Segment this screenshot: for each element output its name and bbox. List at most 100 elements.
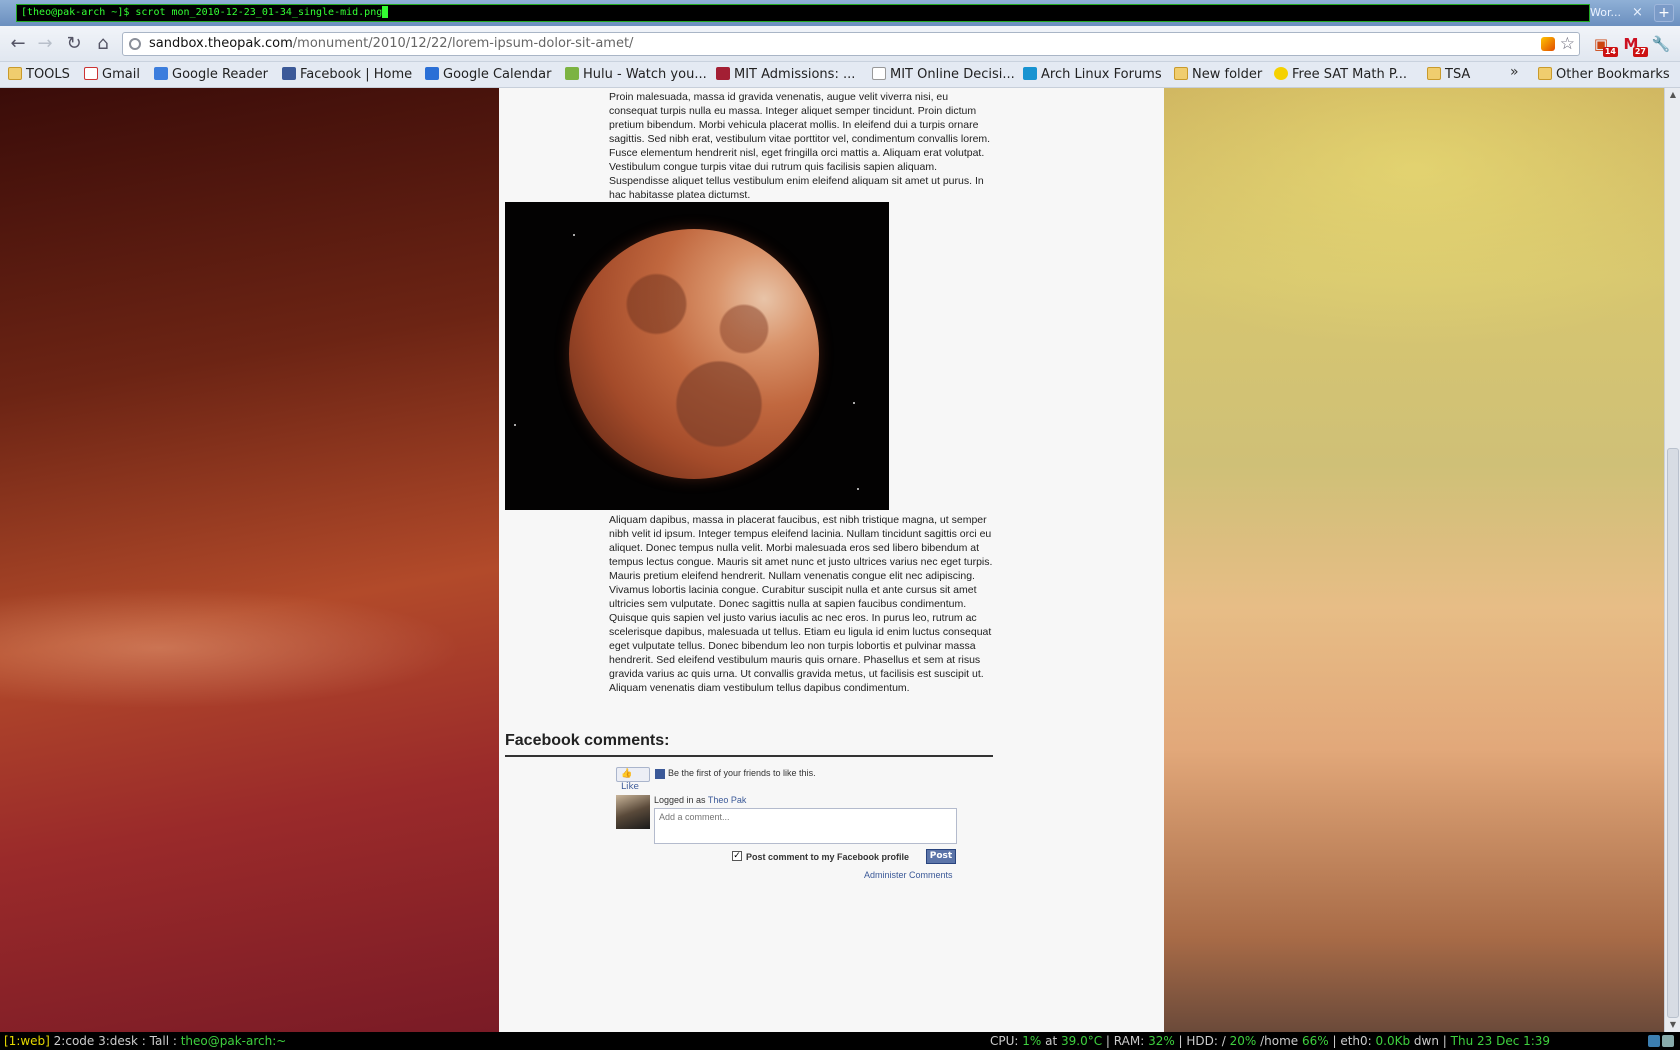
comment-input[interactable] [654,808,957,844]
hdd-root-value: 20% [1229,1034,1257,1048]
hdd-home-value: 66% [1302,1034,1329,1048]
reader-icon [154,67,168,80]
window-title: theo@pak-arch:~ [180,1034,287,1048]
pdf-extension-icon[interactable]: ▣ 14 [1590,35,1618,57]
arch-icon [1023,67,1037,80]
browser-tab-title[interactable]: Wor... [1590,6,1621,19]
star [573,234,575,236]
site-info-icon[interactable] [129,38,141,50]
bookmark-label: Facebook | Home [300,67,413,82]
administer-comments-link[interactable]: Administer Comments [864,870,953,880]
ram-label: | RAM: [1102,1034,1149,1048]
lunar-eclipse-image [505,202,889,510]
bookmark-label: Free SAT Math P... [1292,67,1408,82]
terminal-strip: [theo@pak-arch ~]$ scrot mon_2010-12-23_… [0,0,1680,26]
other-bookmarks-label: Other Bookmarks [1556,67,1670,82]
back-button[interactable]: ← [6,32,30,56]
bookmark-tsa[interactable]: TSA [1427,65,1470,85]
url-text[interactable]: sandbox.theopak.com/monument/2010/12/22/… [149,36,633,51]
bookmark-label: Hulu - Watch you... [583,67,707,82]
system-monitor: CPU: 1% at 39.0°C | RAM: 32% | HDD: / 20… [990,1032,1550,1050]
bookmark-tools[interactable]: TOOLS [8,65,70,85]
reload-button[interactable]: ↻ [62,32,86,56]
clock: Thu 23 Dec 1:39 [1450,1034,1551,1048]
cpu-label: CPU: [990,1034,1023,1048]
folder-icon [8,67,22,80]
close-tab-icon[interactable]: × [1632,5,1643,20]
bookmark-label: Google Reader [172,67,268,82]
scroll-up-arrow-icon[interactable]: ▲ [1665,88,1680,102]
bookmark-label: Gmail [102,67,140,82]
cpu-temp-value: 39.0°C [1061,1034,1103,1048]
new-tab-button[interactable]: + [1654,4,1674,22]
browser-toolbar: ← → ↻ ⌂ sandbox.theopak.com/monument/201… [0,26,1680,62]
like-button[interactable]: 👍 Like [616,767,650,792]
current-workspace: [1:web] [4,1034,50,1048]
system-status-bar: [1:web] 2:code 3:desk : Tall : theo@pak-… [0,1032,1680,1050]
star [514,424,516,426]
gmail-unread-badge: 27 [1632,47,1648,57]
gmail-checker-icon[interactable]: M 27 [1620,35,1648,57]
vertical-scrollbar[interactable]: ▲ ▼ [1664,88,1680,1032]
calendar-icon [425,67,439,80]
dropbox-icon[interactable] [1648,1035,1660,1047]
net-direction: dwn [1410,1034,1439,1048]
terminal-command-line[interactable]: [theo@pak-arch ~]$ scrot mon_2010-12-23_… [16,4,1590,22]
bookmarks-bar: TOOLS Gmail Google Reader Facebook | Hom… [0,62,1680,88]
scroll-down-arrow-icon[interactable]: ▼ [1665,1018,1680,1032]
bookmark-mit-admissions[interactable]: MIT Admissions: ... [716,65,855,85]
bookmark-mit-online-decision[interactable]: MIT Online Decisi... [872,65,1015,85]
address-bar[interactable]: sandbox.theopak.com/monument/2010/12/22/… [122,32,1580,56]
background-wallpaper-left [0,88,499,1032]
other-bookmarks[interactable]: Other Bookmarks [1538,65,1670,85]
facebook-icon [282,67,296,80]
bookmark-gmail[interactable]: Gmail [84,65,140,85]
bookmark-label: MIT Admissions: ... [734,67,856,82]
bookmarks-overflow-chevron-icon[interactable]: » [1510,64,1519,80]
article-paragraph: Aliquam dapibus, massa in placerat fauci… [609,514,993,694]
url-host: sandbox.theopak.com [149,36,293,51]
ram-value: 32% [1148,1034,1175,1048]
system-tray [1646,1034,1678,1048]
separator: | [1438,1034,1451,1048]
bookmark-label: MIT Online Decisi... [890,67,1015,82]
star [853,402,855,404]
user-profile-link[interactable]: Theo Pak [708,795,747,805]
hdd-home-label: /home [1256,1034,1302,1048]
net-label: | eth0: [1328,1034,1376,1048]
bookmark-label: Arch Linux Forums [1041,67,1162,82]
forward-button[interactable]: → [33,32,57,56]
hulu-icon [565,67,579,80]
folder-icon [1174,67,1188,80]
moon [569,229,819,479]
logged-in-as: Logged in as Theo Pak [654,795,746,805]
bookmark-star-icon[interactable]: ☆ [1560,34,1575,54]
comments-divider [505,755,993,757]
pdf-extension-badge: 14 [1602,47,1618,57]
post-comment-button[interactable]: Post [926,849,956,864]
avatar[interactable] [616,795,650,829]
net-value: 0.0Kb [1375,1034,1411,1048]
terminal-cursor [382,6,389,18]
bookmark-arch-forums[interactable]: Arch Linux Forums [1023,65,1162,85]
bookmark-google-reader[interactable]: Google Reader [154,65,268,85]
wrench-menu-icon[interactable]: 🔧 [1650,35,1672,53]
bookmark-hulu[interactable]: Hulu - Watch you... [565,65,707,85]
like-button-label: Like [621,782,639,792]
bookmark-free-sat-math[interactable]: Free SAT Math P... [1274,65,1407,85]
bookmark-label: TOOLS [26,67,70,82]
home-button[interactable]: ⌂ [91,32,115,56]
post-to-profile-checkbox[interactable]: ✓ [732,851,742,861]
like-social-text: Be the first of your friends to like thi… [668,768,816,778]
volume-icon[interactable] [1662,1035,1674,1047]
bookmark-new-folder[interactable]: New folder [1174,65,1262,85]
bookmark-label: TSA [1445,67,1471,82]
bookmark-facebook[interactable]: Facebook | Home [282,65,412,85]
rss-icon[interactable] [1541,37,1555,51]
workspace-indicator[interactable]: [1:web] 2:code 3:desk : Tall : theo@pak-… [4,1032,286,1050]
sat-icon [1274,67,1288,80]
logged-in-prefix: Logged in as [654,795,708,805]
bookmark-google-calendar[interactable]: Google Calendar [425,65,551,85]
article-paragraph: Proin malesuada, massa id gravida venena… [609,91,991,201]
scrollbar-thumb[interactable] [1667,448,1679,1018]
